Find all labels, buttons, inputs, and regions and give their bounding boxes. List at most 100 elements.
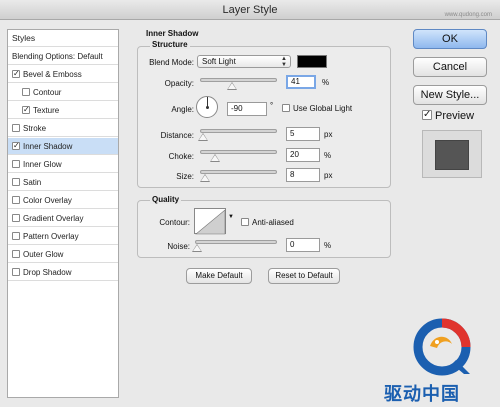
distance-label: Distance: bbox=[160, 131, 194, 140]
style-item[interactable]: Outer Glow bbox=[8, 246, 118, 263]
angle-dial[interactable] bbox=[196, 96, 218, 118]
structure-title: Structure bbox=[150, 40, 190, 49]
style-item[interactable]: Drop Shadow bbox=[8, 264, 118, 281]
style-item[interactable]: ✓ Texture bbox=[8, 102, 118, 119]
size-unit: px bbox=[324, 171, 333, 180]
noise-slider[interactable] bbox=[195, 240, 277, 244]
contour-dropdown-arrow-icon[interactable]: ▼ bbox=[228, 214, 234, 220]
style-item-checkbox[interactable] bbox=[12, 195, 20, 204]
style-item-checkbox[interactable] bbox=[12, 231, 20, 240]
preview-box[interactable]: ✓ bbox=[422, 110, 432, 121]
style-item-label: Gradient Overlay bbox=[23, 214, 84, 223]
style-item[interactable]: Gradient Overlay bbox=[8, 210, 118, 227]
shadow-color-swatch[interactable] bbox=[297, 55, 327, 68]
opacity-slider[interactable] bbox=[200, 78, 277, 82]
style-item-label: Blending Options: Default bbox=[12, 52, 103, 61]
style-item[interactable]: Stroke bbox=[8, 120, 118, 137]
blend-mode-value: Soft Light bbox=[202, 57, 236, 66]
choke-unit: % bbox=[324, 151, 332, 160]
angle-dial-center bbox=[206, 106, 209, 109]
section-title: Inner Shadow bbox=[146, 29, 199, 38]
ok-button[interactable]: OK bbox=[413, 29, 487, 49]
style-item-label: Stroke bbox=[23, 124, 47, 133]
style-item-checkbox[interactable] bbox=[12, 123, 20, 132]
distance-input[interactable]: 5 bbox=[286, 127, 320, 141]
style-item-label: Styles bbox=[12, 33, 36, 43]
style-item-checkbox[interactable] bbox=[12, 267, 20, 276]
blend-mode-label: Blend Mode: bbox=[149, 58, 194, 67]
style-item-checkbox[interactable] bbox=[12, 213, 20, 222]
contour-preview-icon bbox=[195, 209, 226, 235]
style-item-checkbox[interactable] bbox=[12, 249, 20, 258]
window-titlebar: Layer Style www.qudong.com bbox=[0, 0, 500, 20]
distance-unit: px bbox=[324, 130, 333, 139]
style-item-label: Color Overlay bbox=[23, 196, 72, 205]
style-item-label: Inner Glow bbox=[23, 160, 62, 169]
style-item-label: Satin bbox=[23, 178, 42, 187]
distance-slider[interactable] bbox=[200, 129, 277, 133]
style-item-checkbox[interactable] bbox=[22, 87, 30, 96]
size-label: Size: bbox=[176, 172, 194, 181]
styles-list: Styles Blending Options: Default ✓ Bevel & … bbox=[7, 29, 119, 398]
preview-thumbnail bbox=[422, 130, 482, 178]
noise-label: Noise: bbox=[167, 242, 190, 251]
blend-mode-select[interactable]: Soft Light ▲ ▼ bbox=[197, 55, 291, 68]
style-item: Styles bbox=[8, 30, 118, 47]
anti-aliased-label: Anti-aliased bbox=[252, 218, 294, 227]
anti-aliased-checkbox[interactable]: Anti-aliased bbox=[241, 217, 294, 227]
opacity-label: Opacity: bbox=[164, 79, 194, 88]
quality-title: Quality bbox=[150, 195, 182, 204]
anti-aliased-box[interactable] bbox=[241, 217, 249, 226]
opacity-unit: % bbox=[322, 78, 330, 87]
style-item[interactable]: Color Overlay bbox=[8, 192, 118, 209]
style-item-label: Drop Shadow bbox=[23, 268, 72, 277]
use-global-light-label: Use Global Light bbox=[293, 104, 353, 113]
angle-input[interactable]: -90 bbox=[227, 102, 267, 116]
reset-default-button[interactable]: Reset to Default bbox=[268, 268, 340, 284]
style-item[interactable]: Satin bbox=[8, 174, 118, 191]
noise-slider-thumb[interactable] bbox=[192, 244, 202, 252]
angle-unit: ° bbox=[270, 101, 274, 110]
make-default-button[interactable]: Make Default bbox=[186, 268, 252, 284]
opacity-input[interactable]: 41 bbox=[286, 75, 316, 89]
style-item[interactable]: Inner Glow bbox=[8, 156, 118, 173]
preview-checkbox[interactable]: ✓ Preview bbox=[422, 110, 474, 122]
style-item[interactable]: ✓ Inner Shadow bbox=[8, 138, 118, 155]
logo-text: 驱动中国 bbox=[384, 384, 460, 404]
preview-label: Preview bbox=[435, 110, 475, 122]
style-item-label: Outer Glow bbox=[23, 250, 64, 259]
size-input[interactable]: 8 bbox=[286, 168, 320, 182]
choke-input[interactable]: 20 bbox=[286, 148, 320, 162]
style-item-checkbox[interactable]: ✓ bbox=[22, 105, 30, 114]
choke-slider-thumb[interactable] bbox=[210, 154, 220, 162]
chevron-updown-icon: ▲ ▼ bbox=[281, 56, 287, 68]
new-style-button[interactable]: New Style... bbox=[413, 85, 487, 105]
style-item[interactable]: Blending Options: Default bbox=[8, 48, 118, 65]
style-item[interactable]: Contour bbox=[8, 84, 118, 101]
contour-picker[interactable] bbox=[194, 208, 226, 235]
style-item-label: Contour bbox=[33, 88, 62, 97]
qudong-logo-icon bbox=[413, 318, 471, 376]
distance-slider-thumb[interactable] bbox=[198, 133, 208, 141]
style-item-label: Pattern Overlay bbox=[23, 232, 79, 241]
use-global-light-checkbox[interactable]: Use Global Light bbox=[282, 103, 353, 113]
style-item[interactable]: ✓ Bevel & Emboss bbox=[8, 66, 118, 83]
size-slider[interactable] bbox=[200, 170, 277, 174]
size-slider-thumb[interactable] bbox=[200, 174, 210, 182]
watermark-text: www.qudong.com bbox=[444, 12, 492, 18]
use-global-light-box[interactable] bbox=[282, 103, 290, 112]
style-item-checkbox[interactable]: ✓ bbox=[12, 141, 20, 150]
angle-label: Angle: bbox=[171, 105, 194, 114]
window-title: Layer Style bbox=[222, 4, 278, 16]
opacity-slider-thumb[interactable] bbox=[227, 82, 237, 90]
cancel-button[interactable]: Cancel bbox=[413, 57, 487, 77]
style-item-checkbox[interactable] bbox=[12, 177, 20, 186]
noise-unit: % bbox=[324, 241, 332, 250]
style-item[interactable]: Pattern Overlay bbox=[8, 228, 118, 245]
style-item-label: Texture bbox=[33, 106, 60, 115]
choke-label: Choke: bbox=[168, 152, 194, 161]
style-item-checkbox[interactable] bbox=[12, 159, 20, 168]
noise-input[interactable]: 0 bbox=[286, 238, 320, 252]
style-item-checkbox[interactable]: ✓ bbox=[12, 69, 20, 78]
contour-label: Contour: bbox=[159, 218, 190, 227]
